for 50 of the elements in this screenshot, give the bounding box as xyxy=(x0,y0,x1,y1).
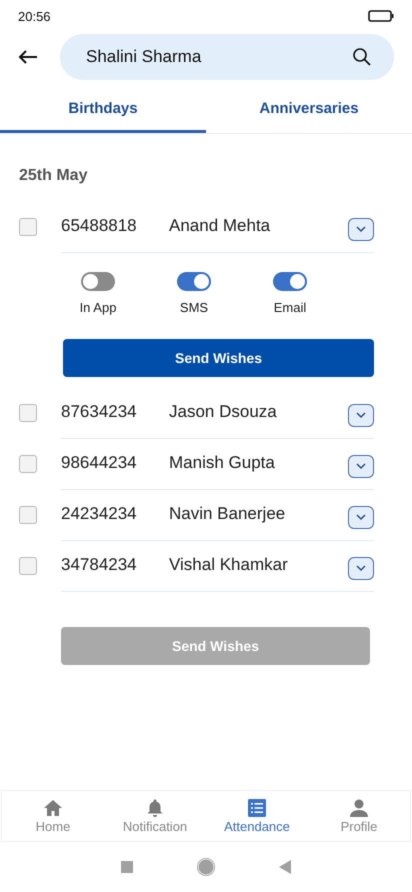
bell-icon xyxy=(145,798,165,818)
toggle-switch[interactable] xyxy=(81,272,115,291)
employee-name: Vishal Khamkar xyxy=(169,555,289,575)
checkbox[interactable] xyxy=(19,404,37,422)
tab[interactable]: Birthdays xyxy=(0,86,206,133)
send-wishes-button[interactable]: Send Wishes xyxy=(63,339,374,377)
tab[interactable]: Anniversaries xyxy=(206,86,412,133)
back-triangle-icon[interactable] xyxy=(279,860,291,874)
employee-name: Anand Mehta xyxy=(169,216,272,236)
chevron-icon xyxy=(355,225,367,233)
checkbox[interactable] xyxy=(19,506,37,524)
checkbox[interactable] xyxy=(19,556,37,574)
toggle-label: In App xyxy=(80,300,116,315)
expand-button[interactable] xyxy=(348,506,374,528)
toggle-switch[interactable] xyxy=(273,272,307,291)
chevron-icon xyxy=(355,411,367,419)
employee-name: Navin Banerjee xyxy=(169,504,286,524)
employee-id: 34784234 xyxy=(61,555,138,575)
employee-id: 98644234 xyxy=(61,453,138,473)
expand-button[interactable] xyxy=(348,556,374,580)
expand-button[interactable] xyxy=(348,454,374,478)
nav-tab[interactable]: Attendance xyxy=(206,791,308,841)
nav-tab[interactable]: Home xyxy=(2,791,104,841)
employee-id: 87634234 xyxy=(61,402,138,422)
status-time: 20:56 xyxy=(18,8,51,24)
search-field[interactable]: Shalini Sharma xyxy=(60,34,394,80)
toggle-label: SMS xyxy=(180,300,208,315)
toggle-label: Email xyxy=(274,300,306,315)
checkbox[interactable] xyxy=(19,454,37,472)
employee-id: 65488818 xyxy=(61,216,138,236)
nav-tab[interactable]: Notification xyxy=(104,791,206,841)
chevron-icon xyxy=(355,462,367,470)
expand-button[interactable] xyxy=(348,218,374,240)
back-arrow-icon[interactable] xyxy=(18,50,38,64)
employee-id: 24234234 xyxy=(61,504,138,524)
nav-tab[interactable]: Profile xyxy=(308,791,410,841)
date-heading: 25th May xyxy=(18,166,88,186)
search-icon[interactable] xyxy=(352,47,372,67)
toggle-switch[interactable] xyxy=(177,272,211,291)
person-icon xyxy=(349,798,369,818)
checkbox[interactable] xyxy=(19,218,37,236)
battery-icon xyxy=(368,10,394,22)
expand-button[interactable] xyxy=(348,404,374,426)
home-circle-icon[interactable] xyxy=(197,858,215,876)
home-icon xyxy=(43,798,63,818)
chevron-icon xyxy=(355,513,367,521)
employee-name: Jason Dsouza xyxy=(169,402,278,422)
employee-name: Manish Gupta xyxy=(169,453,276,473)
chevron-icon xyxy=(355,564,367,572)
list-icon xyxy=(247,798,267,818)
